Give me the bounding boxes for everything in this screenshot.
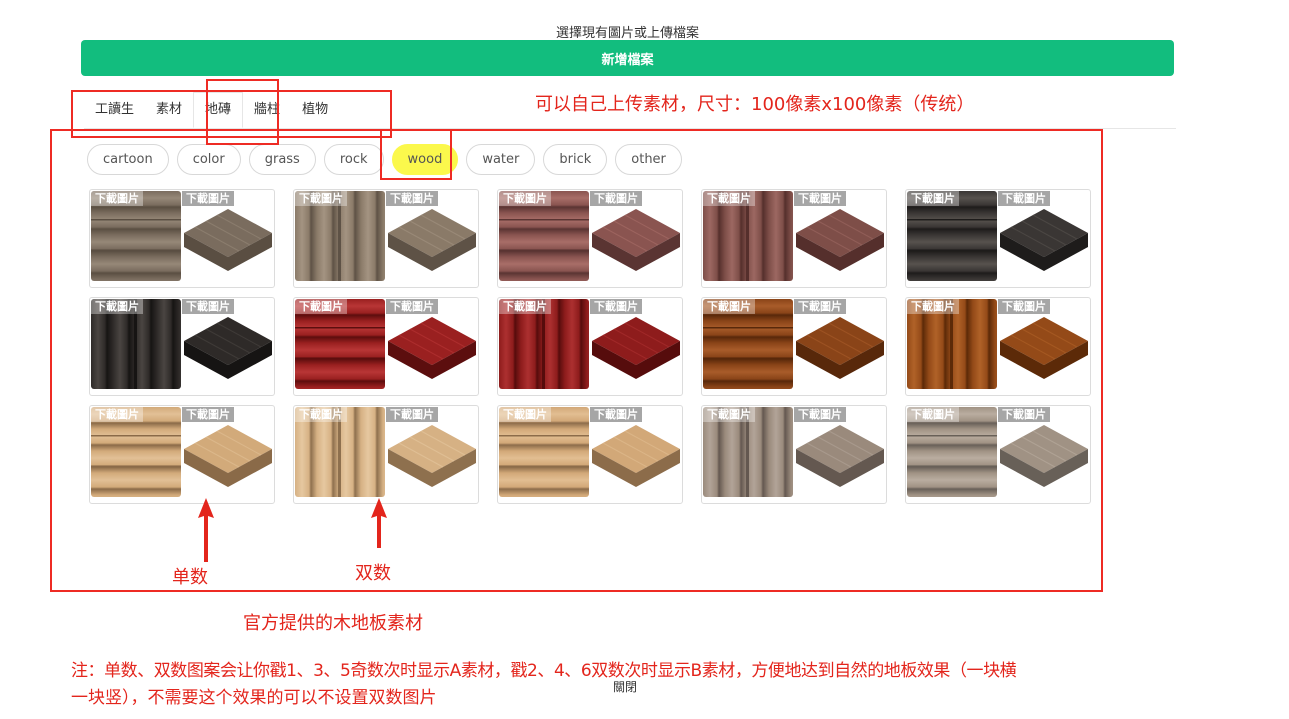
- wood-caption: 官方提供的木地板素材: [243, 613, 423, 634]
- odd-arrow-icon: [198, 498, 214, 562]
- even-arrow-icon: [371, 498, 387, 548]
- dialog-heading: 選擇現有圖片或上傳檔案: [555, 26, 699, 41]
- add-file-button[interactable]: 新增檔案: [81, 40, 1174, 76]
- note-line-1: 注：单数、双数图案会让你戳1、3、5奇数次时显示A素材，戳2、4、6双数次时显示…: [71, 661, 1017, 681]
- odd-label: 单数: [172, 567, 208, 588]
- note-line-2: 一块竖），不需要这个效果的可以不设置双数图片: [71, 688, 437, 708]
- close-button[interactable]: 關閉: [613, 678, 637, 695]
- even-label: 双数: [355, 563, 391, 584]
- upload-hint-annotation: 可以自己上传素材，尺寸：100像素x100像素（传统）: [535, 94, 975, 115]
